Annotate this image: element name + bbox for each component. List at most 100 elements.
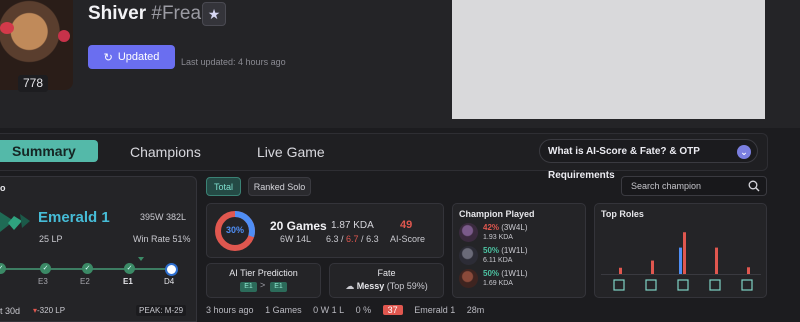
chevron-down-icon: ⌄	[737, 145, 751, 159]
fate-detail: (Top 59%)	[386, 281, 428, 291]
tab-summary[interactable]: Summary	[0, 140, 98, 162]
top-icon	[613, 279, 625, 291]
champion-row[interactable]: 42% (3W4L) 1.93 KDA	[459, 223, 579, 245]
recent-pct: 0 %	[355, 305, 372, 315]
games-count: 20 Games	[270, 219, 327, 233]
top-roles-title: Top Roles	[601, 209, 644, 219]
fate-title: Fate	[377, 268, 396, 278]
rank-lp: 25 LP	[39, 234, 63, 244]
champion-record: (1W1L)	[501, 269, 528, 278]
cloud-rain-icon: ☁	[345, 281, 355, 291]
ai-score-info-button[interactable]: What is AI-Score & Fate? & OTP Requireme…	[539, 139, 758, 181]
star-icon: ★	[207, 6, 221, 22]
progress-label: E2	[80, 277, 90, 286]
champion-win-rate: 50% (1W1L)	[483, 269, 527, 278]
progress-node: ✓	[124, 263, 135, 274]
champion-played-title: Champion Played	[459, 209, 535, 219]
refresh-icon: ↻	[103, 51, 113, 64]
rank-period: t 30d	[0, 306, 21, 316]
rank-lp-change: ▾-320 LP	[33, 306, 65, 315]
lp-change-value: -320 LP	[37, 306, 66, 315]
update-button-label: Updated	[117, 51, 160, 63]
tier-from-badge: E1	[240, 282, 257, 292]
champion-win-rate: 50% (1W1L)	[483, 246, 527, 255]
rank-peak: PEAK: M-29	[136, 305, 187, 316]
progress-node: ✓	[40, 263, 51, 274]
assists-value: 6.3	[366, 234, 379, 244]
level-badge: 778	[18, 75, 48, 92]
current-position-marker	[138, 257, 144, 261]
champion-wr-value: 42%	[483, 223, 500, 232]
emerald-emblem-icon	[0, 212, 30, 232]
ai-tier-prediction-title: AI Tier Prediction	[229, 268, 298, 278]
kda-separator: /	[358, 234, 367, 244]
champion-portrait	[459, 246, 478, 265]
champion-search-input[interactable]	[629, 180, 743, 192]
ai-score-label: AI-Score	[390, 234, 426, 244]
champion-record: (1W1L)	[501, 246, 528, 255]
recent-score-badge: 37	[382, 305, 403, 315]
top-roles-chart	[601, 232, 761, 291]
role-bar-red	[619, 267, 622, 274]
favorite-star-button[interactable]: ★	[202, 2, 226, 26]
mid-icon	[677, 279, 689, 291]
role-bar-red	[683, 232, 686, 274]
tab-champions[interactable]: Champions	[130, 141, 201, 163]
champion-wr-value: 50%	[483, 246, 500, 255]
role-bar-red	[651, 260, 654, 274]
kda-separator: /	[338, 234, 347, 244]
recent-duration: 28m	[466, 305, 485, 315]
progress-node-current	[165, 263, 178, 276]
kills-value: 6.3	[326, 234, 339, 244]
role-bar-blue	[679, 247, 682, 274]
champion-record: (3W4L)	[501, 223, 528, 232]
champion-kda: 1.69 KDA	[483, 280, 513, 287]
progress-node: ✓	[82, 263, 93, 274]
ai-score-value: 49	[400, 219, 413, 231]
champion-row[interactable]: 50% (1W1L) 6.11 KDA	[459, 246, 579, 268]
support-icon	[741, 279, 753, 291]
rank-win-loss: 395W 382L	[140, 212, 187, 222]
last-updated-text: Last updated: 4 hours ago	[181, 57, 286, 67]
fate-value: ☁ Messy (Top 59%)	[329, 281, 444, 292]
summoner-name: Shiver #Freak	[88, 3, 211, 25]
deaths-value: 6.7	[346, 234, 359, 244]
filter-ranked-solo-button[interactable]: Ranked Solo	[248, 177, 311, 196]
role-bar-red	[747, 267, 750, 274]
rank-panel	[0, 176, 197, 322]
tab-live-game[interactable]: Live Game	[257, 141, 325, 163]
rank-tier: Emerald 1	[38, 209, 110, 226]
fate-label: Messy	[356, 281, 385, 291]
champion-search	[621, 176, 767, 196]
recent-games-summary: 3 hours ago 1 Games 0 W 1 L 0 % 37 Emera…	[206, 305, 493, 315]
filter-total-button[interactable]: Total	[206, 177, 241, 196]
tier-to-badge: E1	[270, 282, 287, 292]
champion-portrait	[459, 269, 478, 288]
win-rate-percent: 30%	[225, 225, 244, 235]
progress-label: E3	[38, 277, 48, 286]
bottom-icon	[709, 279, 721, 291]
recent-games: 1 Games	[265, 305, 302, 315]
progress-label: D4	[164, 277, 175, 286]
summoner-name-text: Shiver	[88, 3, 147, 24]
search-icon[interactable]	[748, 180, 760, 192]
recent-time: 3 hours ago	[206, 305, 254, 315]
tier-arrow: >	[260, 280, 266, 290]
recent-record: 0 W 1 L	[313, 305, 345, 315]
champion-row[interactable]: 50% (1W1L) 1.69 KDA	[459, 269, 579, 291]
champion-kda: 1.93 KDA	[483, 234, 513, 241]
rank-panel-title: o	[0, 183, 6, 193]
champion-win-rate: 42% (3W4L)	[483, 223, 527, 232]
progress-label: E1	[123, 277, 133, 286]
rank-win-rate: Win Rate 51%	[133, 234, 191, 244]
champion-wr-value: 50%	[483, 269, 500, 278]
update-button[interactable]: ↻ Updated	[88, 45, 175, 69]
kda-detail: 6.3 / 6.7 / 6.3	[326, 234, 379, 244]
games-win-loss: 6W 14L	[280, 234, 312, 244]
champion-kda: 6.11 KDA	[483, 257, 513, 264]
kda-ratio: 1.87 KDA	[331, 220, 374, 231]
jungle-icon	[645, 279, 657, 291]
recent-tier: Emerald 1	[414, 305, 456, 315]
champion-portrait	[459, 223, 478, 242]
ad-banner	[452, 0, 765, 119]
